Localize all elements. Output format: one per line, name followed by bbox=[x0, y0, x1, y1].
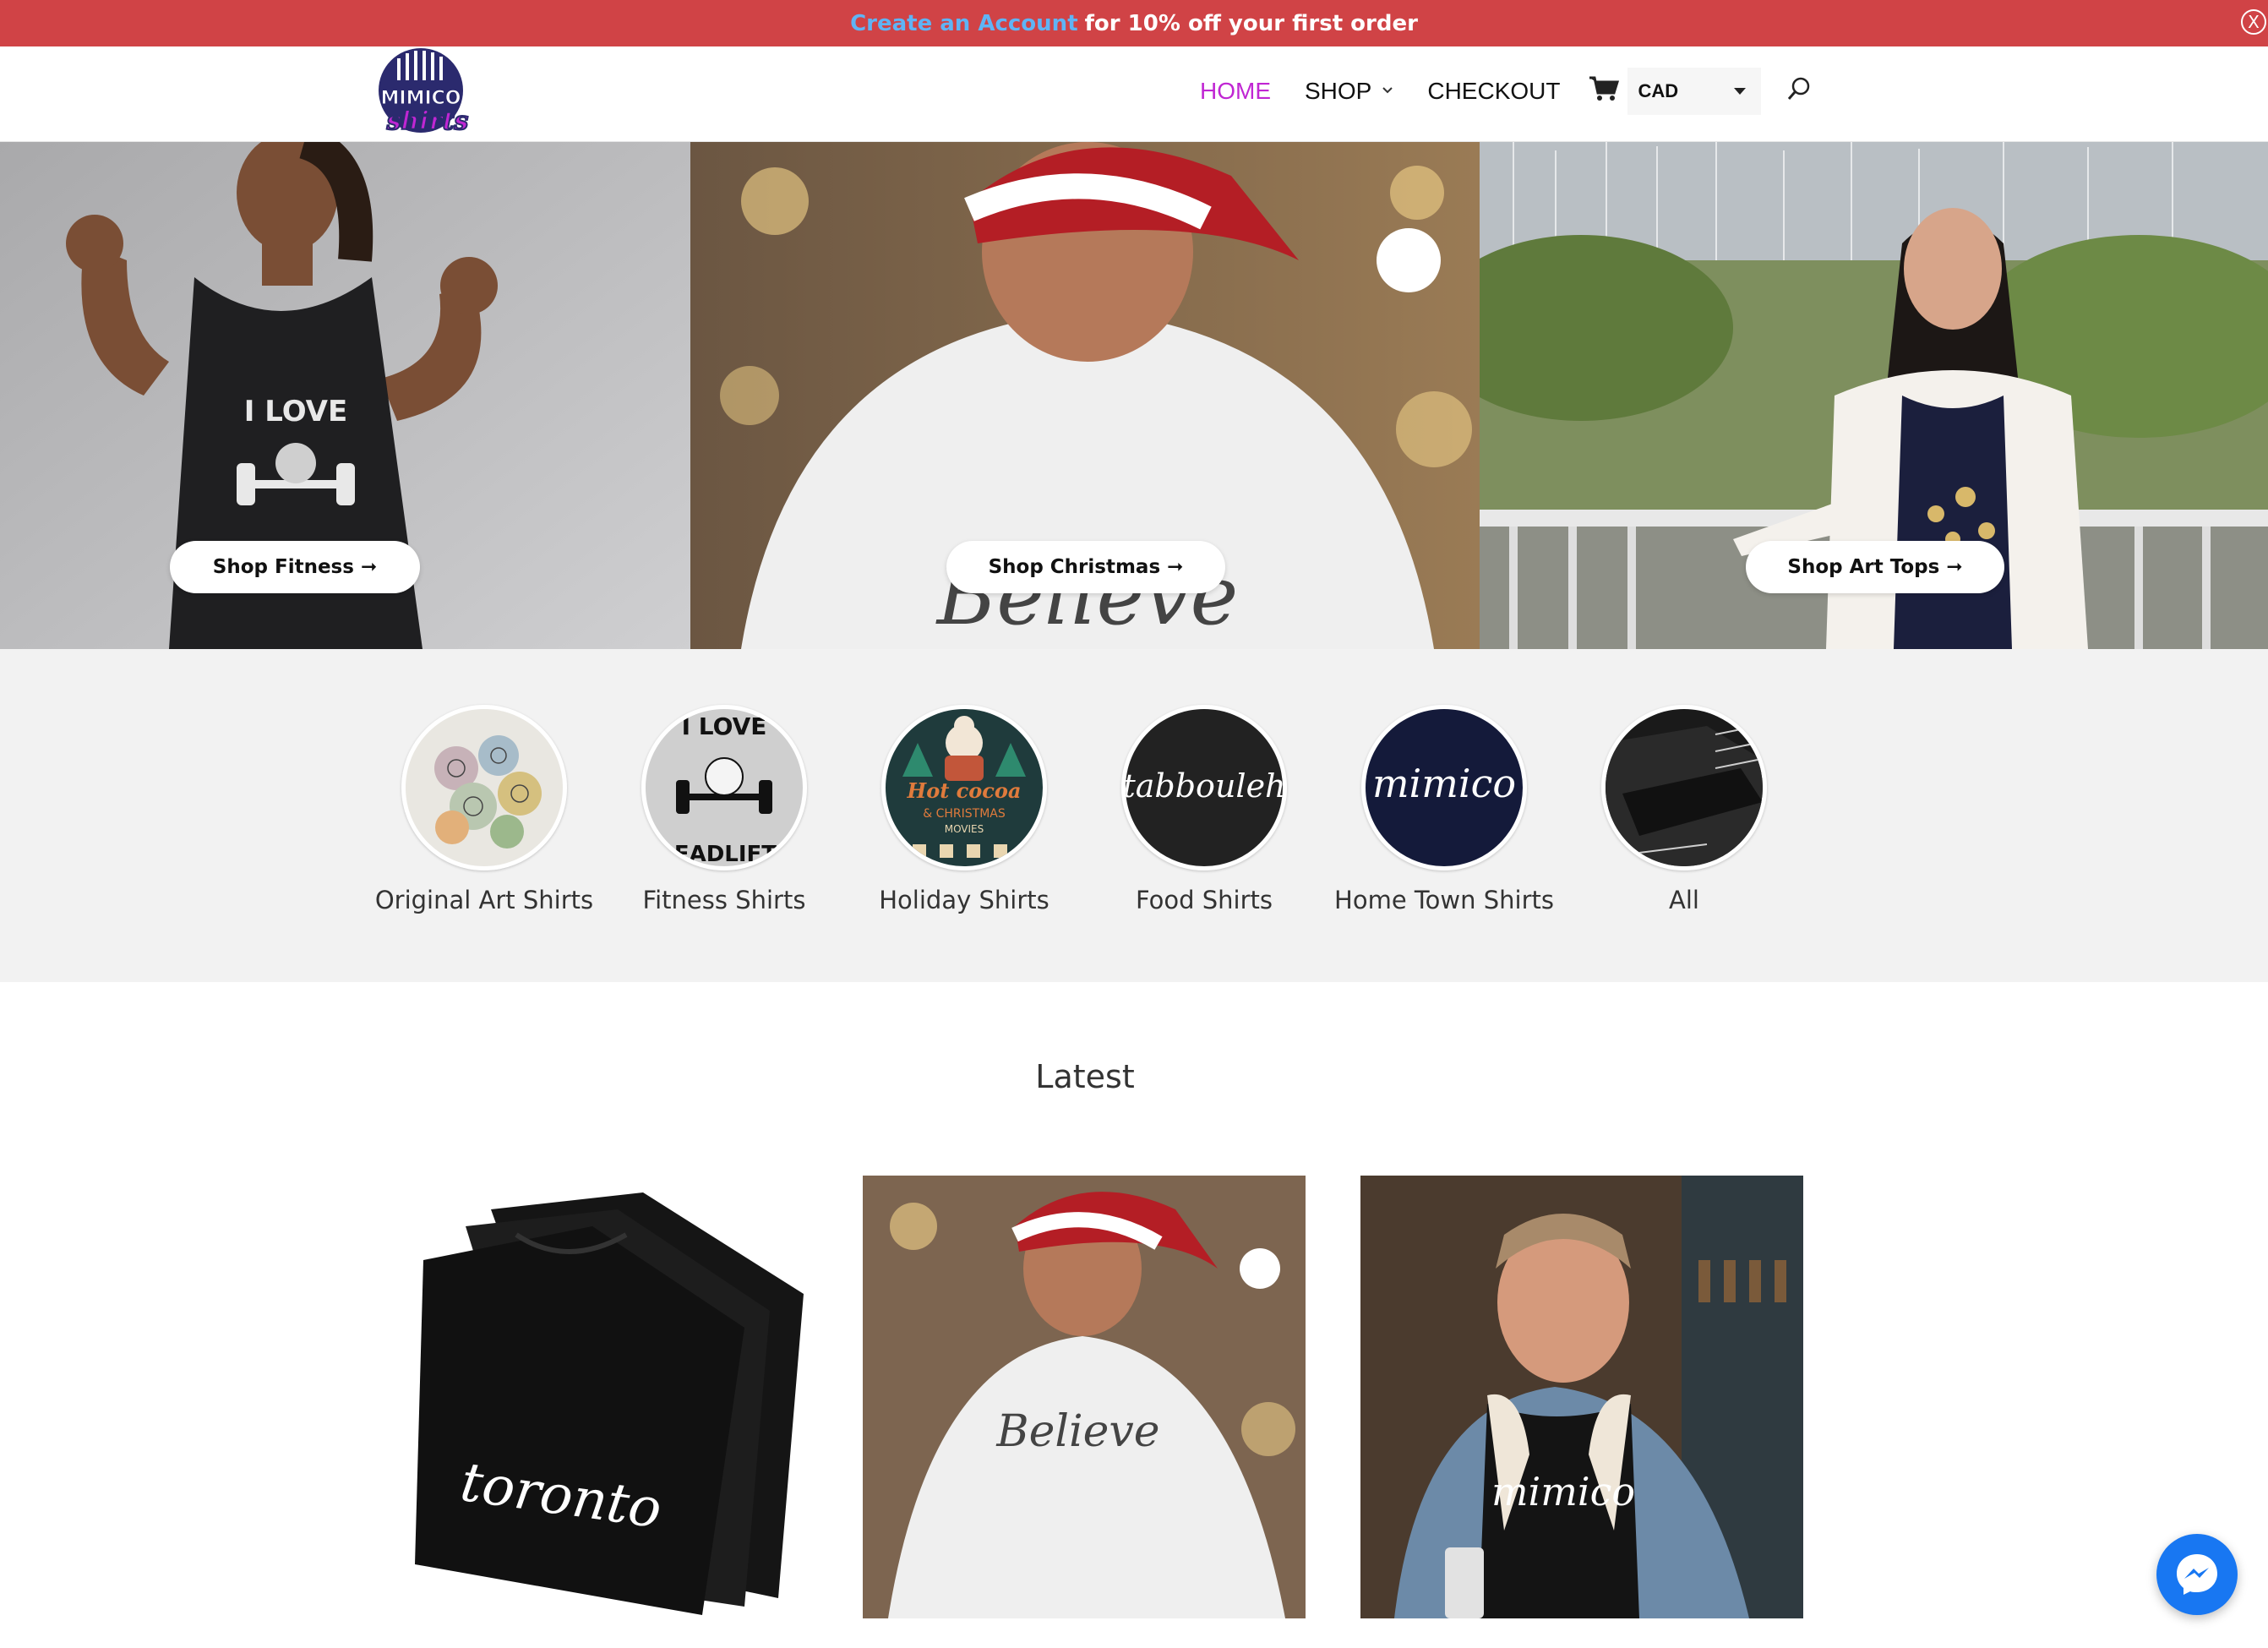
shop-christmas-button[interactable]: Shop Christmas ➞ bbox=[946, 541, 1225, 593]
logo-text-shirts: shirts bbox=[386, 106, 469, 136]
category-image[interactable]: Hot cocoa & CHRISTMAS MOVIES bbox=[881, 705, 1047, 870]
currency-value: CAD bbox=[1638, 80, 1679, 101]
latest-heading: Latest bbox=[1035, 1058, 1135, 1095]
category-image-text: DEADLIFTS bbox=[656, 842, 793, 866]
category-image[interactable]: mimico bbox=[1361, 705, 1527, 870]
caret-down-icon bbox=[1734, 88, 1747, 95]
chevron-down-icon bbox=[1382, 84, 1393, 99]
main-nav: HOME SHOP CHECKOUT CAD bbox=[1200, 68, 1812, 115]
shop-fitness-button[interactable]: Shop Fitness ➞ bbox=[170, 541, 420, 593]
product-card[interactable]: toronto bbox=[364, 1176, 807, 1618]
shop-art-tops-button[interactable]: Shop Art Tops ➞ bbox=[1746, 541, 2004, 593]
category-food[interactable]: tabbouleh Food Shirts bbox=[1086, 705, 1322, 914]
nav-home[interactable]: HOME bbox=[1200, 78, 1271, 105]
promo-text: for 10% off your first order bbox=[1084, 10, 1418, 36]
category-image-text: & CHRISTMAS bbox=[923, 807, 1006, 821]
category-image[interactable] bbox=[1601, 705, 1767, 870]
category-image-text: MOVIES bbox=[945, 823, 984, 835]
currency-select[interactable]: CAD bbox=[1627, 68, 1762, 115]
site-logo[interactable]: MIMICO shirts bbox=[368, 46, 482, 138]
product-image-text: mimico bbox=[1491, 1469, 1635, 1514]
category-image-text: mimico bbox=[1372, 761, 1516, 806]
hero-shirt-text: I LOVE bbox=[244, 395, 347, 428]
site-header: MIMICO shirts HOME SHOP CHECKOUT CAD bbox=[0, 46, 2268, 142]
category-label[interactable]: All bbox=[1566, 886, 1802, 914]
product-card[interactable]: Believe bbox=[863, 1176, 1306, 1618]
category-image[interactable]: tabbouleh bbox=[1121, 705, 1287, 870]
create-account-link[interactable]: Create an Account bbox=[850, 11, 1078, 36]
promo-close-button[interactable]: X bbox=[2241, 9, 2266, 35]
category-fitness[interactable]: I LOVE DEADLIFTS Fitness Shirts bbox=[606, 705, 842, 914]
nav-checkout[interactable]: CHECKOUT bbox=[1427, 78, 1560, 105]
cart-icon[interactable] bbox=[1589, 75, 1620, 108]
category-image-text: I LOVE bbox=[682, 712, 767, 740]
category-label[interactable]: Holiday Shirts bbox=[846, 886, 1082, 914]
nav-shop-label: SHOP bbox=[1305, 78, 1372, 104]
product-image-text: Believe bbox=[995, 1406, 1159, 1457]
category-image-text: Hot cocoa bbox=[907, 778, 1022, 803]
search-icon[interactable] bbox=[1786, 76, 1812, 107]
category-label[interactable]: Original Art Shirts bbox=[366, 886, 602, 914]
category-holiday[interactable]: Hot cocoa & CHRISTMAS MOVIES Holiday Shi… bbox=[846, 705, 1082, 914]
promo-bar: Create an Account for 10% off your first… bbox=[0, 0, 2268, 46]
category-image[interactable]: I LOVE DEADLIFTS bbox=[641, 705, 807, 870]
category-label[interactable]: Food Shirts bbox=[1086, 886, 1322, 914]
nav-shop[interactable]: SHOP bbox=[1305, 78, 1393, 105]
category-label[interactable]: Fitness Shirts bbox=[606, 886, 842, 914]
category-label[interactable]: Home Town Shirts bbox=[1326, 886, 1562, 914]
hero-panel-art-tops[interactable]: Shop Art Tops ➞ bbox=[1480, 142, 2268, 649]
hero-banner: I LOVE Shop Fitness ➞ Believe Shop Chris… bbox=[0, 142, 2268, 649]
category-image-text: tabbouleh bbox=[1126, 767, 1283, 805]
hero-panel-christmas[interactable]: Believe Shop Christmas ➞ bbox=[690, 142, 1480, 649]
category-section: Original Art Shirts I LOVE DEADLIFTS Fit… bbox=[0, 649, 2268, 982]
product-card[interactable]: mimico bbox=[1360, 1176, 1803, 1618]
category-all[interactable]: All bbox=[1566, 705, 1802, 914]
category-home-town[interactable]: mimico Home Town Shirts bbox=[1326, 705, 1562, 914]
category-image[interactable] bbox=[401, 705, 567, 870]
hero-panel-fitness[interactable]: I LOVE Shop Fitness ➞ bbox=[0, 142, 690, 649]
messenger-icon[interactable] bbox=[2156, 1534, 2238, 1615]
category-original-art[interactable]: Original Art Shirts bbox=[366, 705, 602, 914]
